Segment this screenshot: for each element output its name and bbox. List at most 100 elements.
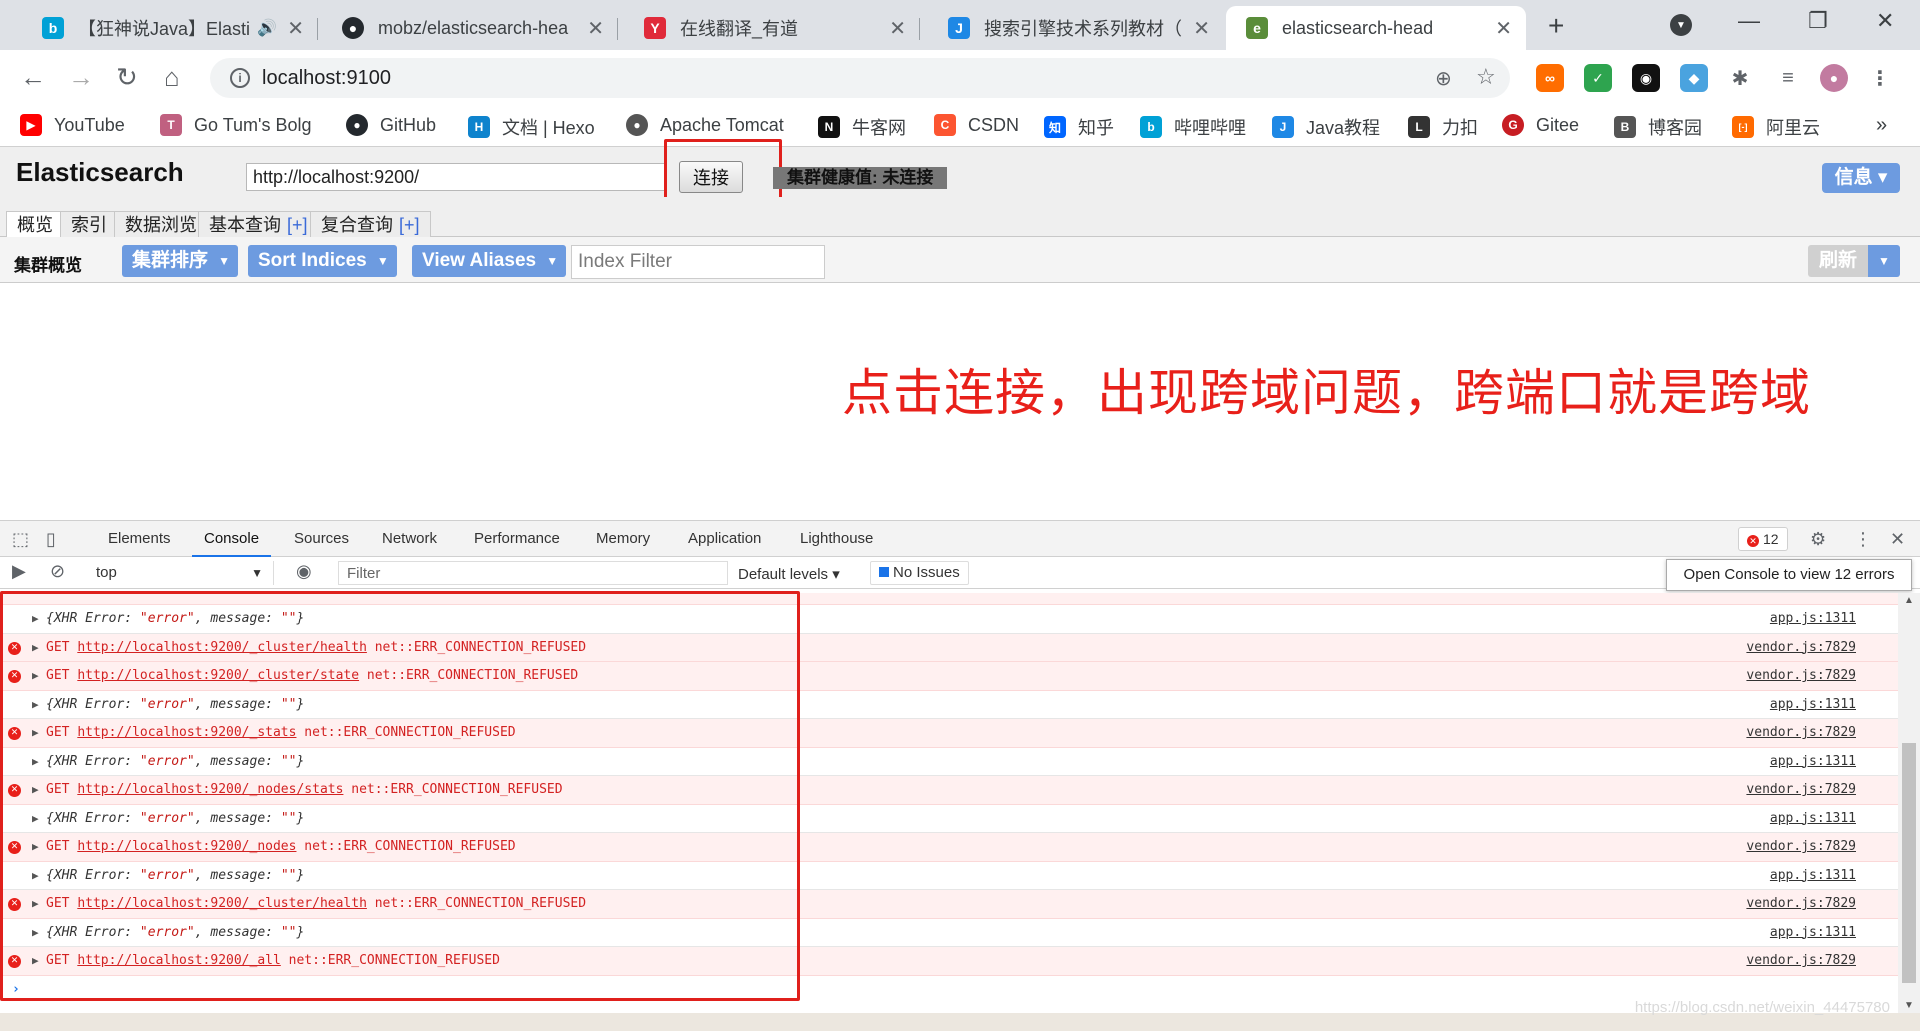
tab-search-icon[interactable]: ▼ xyxy=(1670,14,1692,36)
bookmark-cnblogs[interactable]: B 博客园 xyxy=(1614,114,1702,140)
source-link[interactable]: vendor.js:7829 xyxy=(1746,833,1856,861)
source-link[interactable]: vendor.js:7829 xyxy=(1746,719,1856,747)
browser-tab[interactable]: J 搜索引擎技术系列教材（ ✕ xyxy=(928,6,1224,50)
cluster-sort-dropdown[interactable]: 集群排序 ▼ xyxy=(122,245,239,277)
tab-elements[interactable]: Elements xyxy=(108,530,171,547)
inspect-element-icon[interactable]: ⬚ xyxy=(12,529,29,550)
source-link[interactable]: vendor.js:7829 xyxy=(1746,890,1856,918)
context-select[interactable]: top ▼ xyxy=(84,561,274,585)
media-extension-icon[interactable]: ≡ xyxy=(1774,64,1802,92)
issues-button[interactable]: No Issues xyxy=(870,561,969,585)
bookmark-tomcat[interactable]: ● Apache Tomcat xyxy=(626,114,784,136)
source-link[interactable]: app.js:1311 xyxy=(1770,748,1856,776)
bookmark-java[interactable]: J Java教程 xyxy=(1272,114,1380,140)
close-tab-icon[interactable]: ✕ xyxy=(889,16,906,41)
site-info-icon[interactable]: i xyxy=(230,68,250,88)
menu-kebab-icon[interactable]: ⋮ xyxy=(1866,64,1894,92)
source-link[interactable]: vendor.js:7829 xyxy=(1746,634,1856,662)
info-menu-button[interactable]: 信息 ▾ xyxy=(1822,163,1900,193)
tab-application[interactable]: Application xyxy=(688,530,761,547)
sort-indices-dropdown[interactable]: Sort Indices ▼ xyxy=(248,245,397,277)
tab-network[interactable]: Network xyxy=(382,530,437,547)
add-query-icon[interactable]: [+] xyxy=(287,215,308,235)
tab-console[interactable]: Console xyxy=(191,530,272,557)
tab-data-browser[interactable]: 数据浏览 xyxy=(114,211,208,237)
infinity-extension-icon[interactable]: ∞ xyxy=(1536,64,1564,92)
view-aliases-dropdown[interactable]: View Aliases ▼ xyxy=(412,245,567,277)
colorful-extension-icon[interactable]: ◆ xyxy=(1680,64,1708,92)
address-bar[interactable]: i localhost:9100 ⊕ ☆ xyxy=(210,58,1510,98)
browser-tab[interactable]: ● mobz/elasticsearch-hea ✕ xyxy=(322,6,618,50)
source-link[interactable]: app.js:1311 xyxy=(1770,919,1856,947)
close-tab-icon[interactable]: ✕ xyxy=(1495,16,1512,41)
tab-sources[interactable]: Sources xyxy=(294,530,349,547)
source-link[interactable]: app.js:1311 xyxy=(1770,805,1856,833)
bookmark-github[interactable]: ● GitHub xyxy=(346,114,436,136)
bookmark-csdn[interactable]: C CSDN xyxy=(934,114,1019,136)
device-toolbar-icon[interactable]: ▯ xyxy=(46,529,56,550)
close-tab-icon[interactable]: ✕ xyxy=(1193,16,1210,41)
new-tab-icon[interactable]: + xyxy=(1548,10,1564,42)
clear-console-icon[interactable]: ⊘ xyxy=(50,561,65,582)
devtools-menu-icon[interactable]: ⋮ xyxy=(1854,529,1872,550)
source-link[interactable]: vendor.js:7829 xyxy=(1746,947,1856,975)
browser-tab[interactable]: b 【狂神说Java】Elasti 🔊 ✕ xyxy=(22,6,318,50)
shield-extension-icon[interactable]: ✓ xyxy=(1584,64,1612,92)
bookmark-zhihu[interactable]: 知知乎 xyxy=(1044,114,1114,140)
audio-icon[interactable]: 🔊 xyxy=(257,18,277,38)
refresh-button[interactable]: 刷新 xyxy=(1808,245,1868,277)
close-devtools-icon[interactable]: ✕ xyxy=(1890,529,1905,550)
bookmark-nowcoder[interactable]: N 牛客网 xyxy=(818,114,906,140)
puzzle-extension-icon[interactable]: ✱ xyxy=(1726,64,1754,92)
tab-basic-query[interactable]: 基本查询 [+] xyxy=(198,211,319,237)
forward-icon[interactable]: → xyxy=(68,62,94,92)
source-link[interactable]: app.js:1311 xyxy=(1770,605,1856,633)
add-query-icon[interactable]: [+] xyxy=(399,215,420,235)
refresh-dropdown-icon[interactable]: ▼ xyxy=(1868,245,1900,277)
restore-icon[interactable]: ❐ xyxy=(1808,8,1828,34)
close-tab-icon[interactable]: ✕ xyxy=(287,16,304,41)
bookmark-star-icon[interactable]: ☆ xyxy=(1476,64,1496,90)
cluster-uri-input[interactable] xyxy=(246,163,666,191)
close-tab-icon[interactable]: ✕ xyxy=(587,16,604,41)
index-filter-input[interactable] xyxy=(571,245,825,279)
tab-indices[interactable]: 索引 xyxy=(60,211,118,237)
error-count-badge[interactable]: ✕ 12 xyxy=(1738,527,1788,551)
source-link[interactable]: vendor.js:7829 xyxy=(1746,662,1856,690)
source-link[interactable]: vendor.js:7829 xyxy=(1746,776,1856,804)
close-window-icon[interactable]: ✕ xyxy=(1876,8,1894,34)
browser-tab-active[interactable]: e elasticsearch-head ✕ xyxy=(1226,6,1526,50)
tab-lighthouse[interactable]: Lighthouse xyxy=(800,530,873,547)
profile-avatar-icon[interactable]: ● xyxy=(1820,64,1848,92)
bookmark-gitee[interactable]: G Gitee xyxy=(1502,114,1579,136)
bookmark-tum[interactable]: T Go Tum's Bolg xyxy=(160,114,311,136)
bookmark-leetcode[interactable]: L 力扣 xyxy=(1408,114,1478,140)
back-icon[interactable]: ← xyxy=(20,62,46,92)
scroll-up-icon[interactable]: ▲ xyxy=(1904,595,1914,606)
console-scrollbar[interactable]: ▲ ▼ xyxy=(1898,593,1920,1013)
bookmark-bilibili[interactable]: b 哔哩哔哩 xyxy=(1140,114,1246,140)
home-icon[interactable]: ⌂ xyxy=(164,62,180,92)
source-link[interactable]: app.js:1311 xyxy=(1770,862,1856,890)
sidebar-toggle-icon[interactable]: ▶ xyxy=(12,561,26,582)
console-filter-input[interactable] xyxy=(338,561,728,585)
bookmark-youtube[interactable]: ▶ YouTube xyxy=(20,114,125,136)
bookmark-aliyun[interactable]: [-] 阿里云 xyxy=(1732,114,1820,140)
game-extension-icon[interactable]: ◉ xyxy=(1632,64,1660,92)
tab-compound-query[interactable]: 复合查询 [+] xyxy=(310,211,431,237)
settings-gear-icon[interactable]: ⚙ xyxy=(1810,529,1826,550)
eye-icon[interactable]: ◉ xyxy=(296,561,312,582)
tab-overview[interactable]: 概览 xyxy=(6,211,64,238)
address-url[interactable]: localhost:9100 xyxy=(262,67,391,90)
reload-icon[interactable]: ↻ xyxy=(116,62,138,92)
zoom-icon[interactable]: ⊕ xyxy=(1435,66,1452,91)
log-levels-dropdown[interactable]: Default levels ▾ xyxy=(738,565,840,583)
scroll-down-icon[interactable]: ▼ xyxy=(1904,1000,1914,1011)
bookmark-hexo[interactable]: H 文档 | Hexo xyxy=(468,114,595,140)
minimize-icon[interactable]: — xyxy=(1738,8,1760,34)
tab-memory[interactable]: Memory xyxy=(596,530,650,547)
scroll-thumb[interactable] xyxy=(1902,743,1916,983)
tab-performance[interactable]: Performance xyxy=(474,530,560,547)
source-link[interactable]: app.js:1311 xyxy=(1770,691,1856,719)
bookmarks-more-icon[interactable]: » xyxy=(1876,114,1887,137)
